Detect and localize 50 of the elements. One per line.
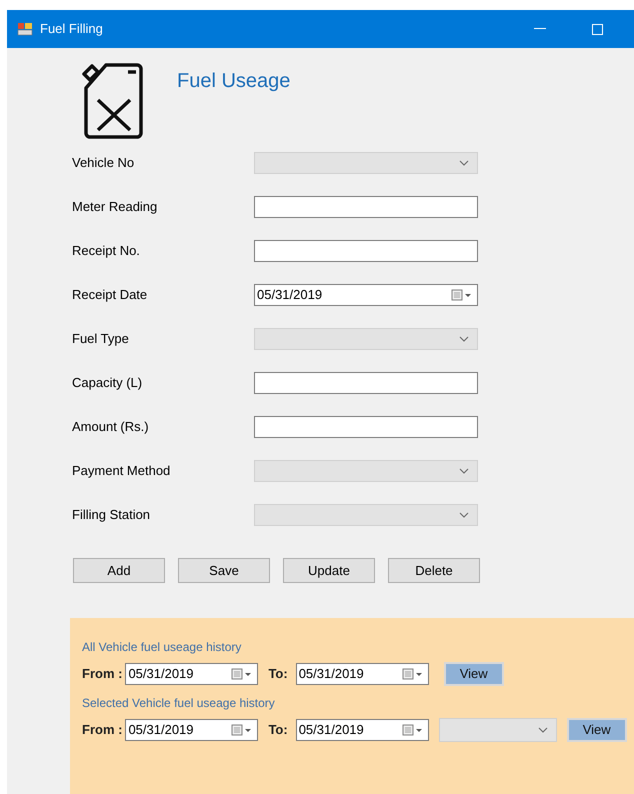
- calendar-dropdown-icon[interactable]: [231, 668, 254, 680]
- calendar-dropdown-icon[interactable]: [451, 289, 473, 301]
- chevron-down-icon[interactable]: [459, 512, 469, 518]
- chevron-down-icon[interactable]: [459, 468, 469, 474]
- app-icon: [17, 21, 33, 37]
- action-button[interactable]: Save: [178, 558, 270, 583]
- to-label: To:: [268, 665, 288, 684]
- field-label: Meter Reading: [72, 198, 158, 216]
- field-label: Receipt Date: [72, 286, 148, 304]
- calendar-dropdown-icon[interactable]: [402, 724, 424, 736]
- date-picker[interactable]: 05/31/2019: [125, 719, 258, 741]
- section-title: All Vehicle fuel useage history: [82, 639, 242, 656]
- field-label: Amount (Rs.): [72, 418, 150, 436]
- date-picker[interactable]: 05/31/2019: [254, 284, 478, 306]
- field-label: Payment Method: [72, 462, 172, 480]
- minimize-icon[interactable]: [534, 28, 546, 30]
- input-field[interactable]: [254, 240, 478, 262]
- view-button[interactable]: View: [444, 662, 504, 686]
- chevron-down-icon[interactable]: [459, 336, 469, 342]
- input-field[interactable]: [254, 372, 478, 394]
- from-label: From :: [82, 721, 122, 740]
- calendar-dropdown-icon[interactable]: [231, 724, 254, 736]
- field-label: Receipt No.: [72, 242, 141, 260]
- date-picker[interactable]: 05/31/2019: [125, 663, 258, 685]
- chevron-down-icon[interactable]: [538, 727, 548, 733]
- input-field[interactable]: [254, 416, 478, 438]
- chevron-down-icon[interactable]: [459, 160, 469, 166]
- field-label: Fuel Type: [72, 330, 130, 348]
- date-value: 05/31/2019: [128, 721, 194, 740]
- field-label: Filling Station: [72, 506, 152, 524]
- date-picker[interactable]: 05/31/2019: [296, 719, 429, 741]
- section-title: Selected Vehicle fuel useage history: [82, 695, 276, 712]
- to-label: To:: [268, 721, 288, 740]
- input-field[interactable]: [254, 196, 478, 218]
- action-button[interactable]: Delete: [388, 558, 480, 583]
- field-label: Capacity (L): [72, 374, 144, 392]
- date-value: 05/31/2019: [128, 665, 194, 684]
- view-button[interactable]: View: [566, 718, 627, 742]
- date-value: 05/31/2019: [298, 665, 364, 684]
- action-button[interactable]: Add: [73, 558, 165, 583]
- calendar-dropdown-icon[interactable]: [402, 668, 424, 680]
- page-heading: Fuel Useage: [177, 69, 290, 94]
- maximize-icon[interactable]: [592, 24, 603, 34]
- from-label: From :: [82, 665, 122, 684]
- field-label: Vehicle No: [72, 154, 136, 172]
- action-button[interactable]: Update: [283, 558, 375, 583]
- date-value: 05/31/2019: [257, 286, 322, 304]
- window-title: Fuel Filling: [40, 20, 103, 38]
- date-picker[interactable]: 05/31/2019: [296, 663, 429, 685]
- date-value: 05/31/2019: [298, 721, 364, 740]
